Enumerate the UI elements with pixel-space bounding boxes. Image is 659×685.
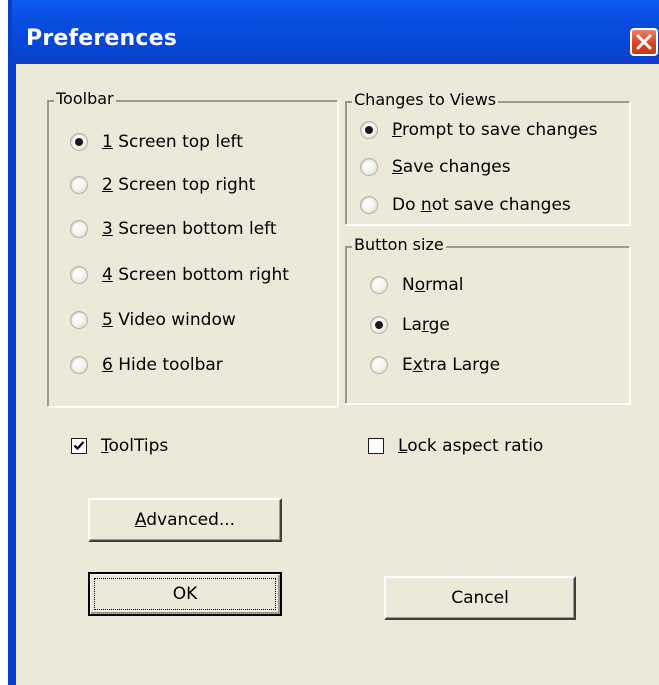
radio-video-window[interactable]: 5 Video window (70, 310, 236, 330)
radio-screen-bottom-right[interactable]: 4 Screen bottom right (70, 265, 289, 285)
radio-indicator (70, 176, 88, 194)
radio-label: Do not save changes (392, 195, 571, 215)
radio-large[interactable]: Large (370, 315, 450, 335)
radio-indicator (360, 196, 378, 214)
focus-ring (94, 578, 276, 610)
button-size-legend: Button size (352, 235, 446, 254)
radio-label: Prompt to save changes (392, 120, 598, 140)
radio-hide-toolbar[interactable]: 6 Hide toolbar (70, 355, 223, 375)
radio-label: Normal (402, 275, 464, 295)
advanced-button-label: Advanced... (134, 510, 236, 530)
radio-indicator (70, 220, 88, 238)
radio-indicator (370, 276, 388, 294)
cancel-button-label: Cancel (451, 588, 509, 608)
radio-label: 5 Video window (102, 310, 236, 330)
radio-indicator (360, 158, 378, 176)
changes-to-views-legend: Changes to Views (352, 90, 499, 109)
radio-screen-top-left[interactable]: 1 Screen top left (70, 132, 243, 152)
radio-label: 6 Hide toolbar (102, 355, 223, 375)
radio-indicator (70, 356, 88, 374)
radio-prompt-to-save[interactable]: Prompt to save changes (360, 120, 597, 140)
radio-label: Save changes (392, 157, 511, 177)
dialog-body: Toolbar 1 Screen top left 2 Screen top r… (16, 64, 659, 685)
tooltips-checkbox[interactable]: ToolTips (71, 436, 168, 456)
close-button[interactable] (630, 28, 658, 56)
lock-aspect-ratio-checkbox[interactable]: Lock aspect ratio (368, 436, 543, 456)
radio-indicator (70, 311, 88, 329)
radio-save-changes[interactable]: Save changes (360, 157, 511, 177)
button-size-groupbox: Button size Normal Large Extra Large (345, 235, 630, 404)
cancel-button[interactable]: Cancel (384, 576, 576, 620)
checkbox-label: Lock aspect ratio (398, 436, 544, 456)
close-icon (636, 34, 652, 50)
checkbox-indicator (368, 438, 384, 454)
radio-normal[interactable]: Normal (370, 275, 464, 295)
changes-to-views-groupbox: Changes to Views Prompt to save changes … (345, 90, 630, 225)
radio-indicator (370, 356, 388, 374)
radio-screen-bottom-left[interactable]: 3 Screen bottom left (70, 219, 277, 239)
checkbox-indicator (71, 438, 87, 454)
title-bar[interactable]: Preferences (12, 0, 659, 64)
toolbar-groupbox: Toolbar 1 Screen top left 2 Screen top r… (47, 89, 338, 407)
checkbox-label: ToolTips (101, 436, 169, 456)
preferences-window: Preferences Toolbar 1 Screen top left 2 … (8, 0, 659, 685)
checkmark-icon (73, 441, 85, 451)
radio-label: Large (402, 315, 450, 335)
window-title: Preferences (26, 26, 178, 51)
toolbar-legend: Toolbar (54, 89, 116, 108)
advanced-button[interactable]: Advanced... (88, 498, 282, 542)
radio-screen-top-right[interactable]: 2 Screen top right (70, 175, 255, 195)
radio-label: 1 Screen top left (102, 132, 243, 152)
radio-indicator (370, 316, 388, 334)
radio-indicator (70, 133, 88, 151)
radio-extra-large[interactable]: Extra Large (370, 355, 500, 375)
radio-label: 3 Screen bottom left (102, 219, 277, 239)
radio-indicator (70, 266, 88, 284)
radio-label: 4 Screen bottom right (102, 265, 289, 285)
radio-indicator (360, 121, 378, 139)
radio-do-not-save[interactable]: Do not save changes (360, 195, 571, 215)
ok-button[interactable]: OK (88, 572, 282, 616)
radio-label: Extra Large (402, 355, 501, 375)
radio-label: 2 Screen top right (102, 175, 256, 195)
